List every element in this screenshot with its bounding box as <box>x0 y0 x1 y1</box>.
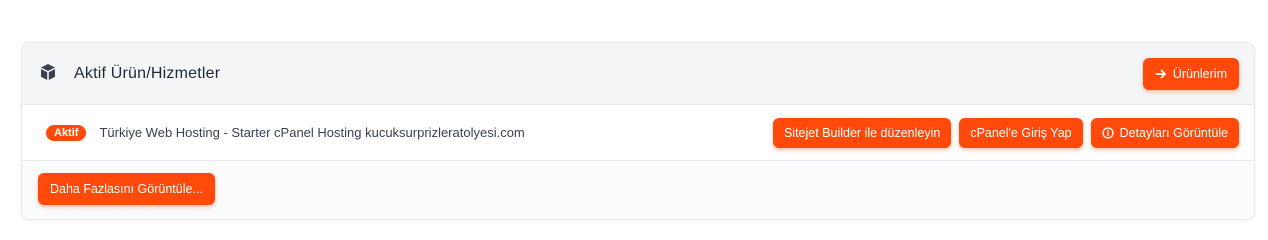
arrow-right-icon <box>1155 68 1167 80</box>
card-footer: Daha Fazlasını Görüntüle... <box>22 161 1254 217</box>
card-title: Aktif Ürün/Hizmetler <box>74 64 221 82</box>
info-circle-icon <box>1101 126 1114 139</box>
service-actions: Sitejet Builder ile düzenleyin cPanel'e … <box>772 117 1239 148</box>
service-name[interactable]: Türkiye Web Hosting - Starter cPanel Hos… <box>99 125 524 140</box>
active-services-card: Aktif Ürün/Hizmetler Ürünlerim Aktif Tür… <box>21 42 1255 220</box>
view-details-label: Detayları Görüntüle <box>1119 125 1228 140</box>
service-info: Aktif Türkiye Web Hosting - Starter cPan… <box>46 124 525 141</box>
view-details-button[interactable]: Detayları Görüntüle <box>1090 117 1239 148</box>
my-products-button[interactable]: Ürünlerim <box>1142 57 1239 90</box>
cpanel-login-button[interactable]: cPanel'e Giriş Yap <box>959 117 1083 148</box>
status-badge: Aktif <box>46 124 87 141</box>
my-products-label: Ürünlerim <box>1172 66 1227 81</box>
cube-icon <box>38 62 58 82</box>
card-header: Aktif Ürün/Hizmetler Ürünlerim <box>22 43 1254 105</box>
service-row: Aktif Türkiye Web Hosting - Starter cPan… <box>22 105 1254 161</box>
sitejet-builder-button[interactable]: Sitejet Builder ile düzenleyin <box>772 117 952 148</box>
view-more-button[interactable]: Daha Fazlasını Görüntüle... <box>38 173 215 205</box>
card-header-left: Aktif Ürün/Hizmetler <box>38 62 221 83</box>
